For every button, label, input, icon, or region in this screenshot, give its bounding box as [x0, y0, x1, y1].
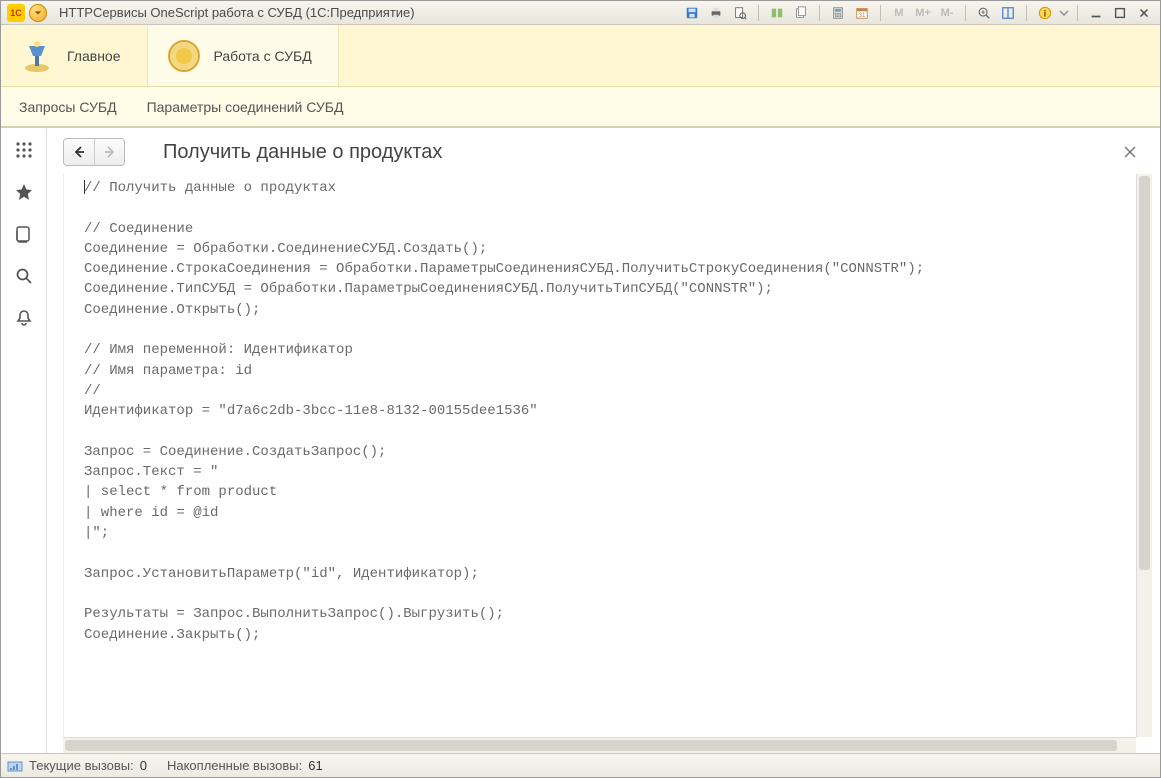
search-icon[interactable]	[12, 264, 36, 288]
functions-menu-icon[interactable]	[12, 138, 36, 162]
history-icon[interactable]	[12, 222, 36, 246]
info-icon[interactable]: i	[1035, 3, 1055, 23]
calendar-icon[interactable]: 31	[852, 3, 872, 23]
memory-m-icon[interactable]: M	[889, 3, 909, 23]
nav-back-button[interactable]	[64, 139, 94, 165]
section-tab-main[interactable]: Главное	[1, 25, 148, 86]
notifications-icon[interactable]	[12, 306, 36, 330]
gold-circle-icon	[166, 38, 202, 74]
svg-text:31: 31	[859, 11, 866, 18]
info-dropdown-icon[interactable]	[1059, 3, 1069, 23]
status-accum-value: 61	[308, 758, 322, 773]
close-window-icon[interactable]	[1134, 3, 1154, 23]
zoom-icon[interactable]	[974, 3, 994, 23]
favorites-icon[interactable]	[12, 180, 36, 204]
print-icon[interactable]	[706, 3, 726, 23]
svg-text:i: i	[1044, 8, 1046, 18]
main-menu-dropdown[interactable]	[29, 4, 47, 22]
save-icon[interactable]	[682, 3, 702, 23]
section-tab-dbms[interactable]: Работа с СУБД	[148, 25, 339, 86]
vertical-scrollbar[interactable]	[1136, 174, 1152, 737]
section-tab-label: Работа с СУБД	[214, 48, 312, 64]
page-title: Получить данные о продуктах	[163, 141, 442, 164]
nav-forward-button[interactable]	[94, 139, 124, 165]
copy-icon[interactable]	[791, 3, 811, 23]
submenu-item-queries[interactable]: Запросы СУБД	[19, 99, 117, 115]
status-accum-label: Накопленные вызовы:	[167, 758, 302, 773]
app-icon: 1C	[7, 4, 25, 22]
status-performance-icon[interactable]	[7, 758, 23, 774]
code-viewport[interactable]: // Получить данные о продуктах // Соедин…	[63, 174, 1136, 737]
close-tab-icon[interactable]	[1118, 140, 1142, 164]
memory-mminus-icon[interactable]: M-	[937, 3, 957, 23]
horizontal-scrollbar[interactable]	[63, 737, 1136, 753]
lamp-icon	[19, 38, 55, 74]
minimize-icon[interactable]	[1086, 3, 1106, 23]
status-current-value: 0	[140, 758, 147, 773]
window-title: HTTPСервисы OneScript работа с СУБД (1С:…	[59, 5, 415, 20]
calculator-icon[interactable]	[828, 3, 848, 23]
compare-icon[interactable]	[767, 3, 787, 23]
preview-icon[interactable]	[730, 3, 750, 23]
status-current-label: Текущие вызовы:	[29, 758, 134, 773]
section-tab-label: Главное	[67, 48, 121, 64]
memory-mplus-icon[interactable]: M+	[913, 3, 933, 23]
panels-icon[interactable]	[998, 3, 1018, 23]
maximize-icon[interactable]	[1110, 3, 1130, 23]
submenu-item-conn-params[interactable]: Параметры соединений СУБД	[147, 99, 344, 115]
